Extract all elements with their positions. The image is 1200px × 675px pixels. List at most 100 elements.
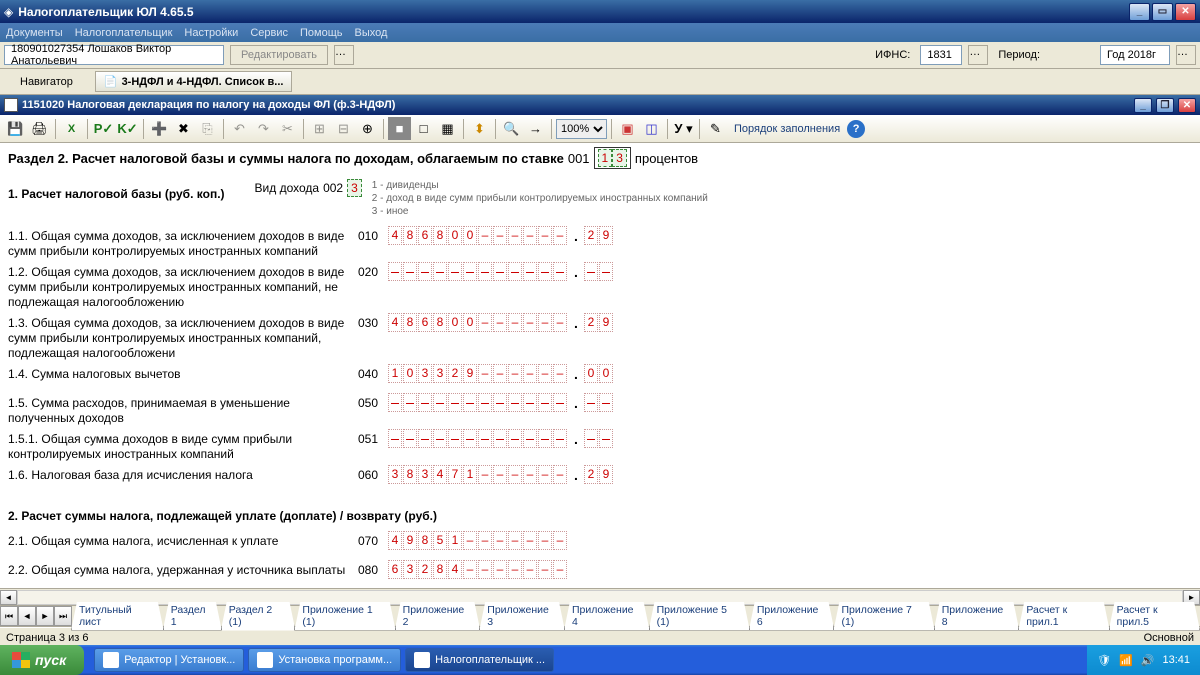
layout1-button[interactable]: ▣ [616,117,639,140]
row-value-cells[interactable]: . [388,429,614,448]
sort-button[interactable]: ⬍ [468,117,491,140]
tree-expand-button[interactable]: ⊞ [308,117,331,140]
ifns-picker-button[interactable]: … [968,45,988,65]
income-type-label: Вид дохода [255,181,320,195]
insert-button[interactable]: ⎘ [196,117,219,140]
tray-shield-icon[interactable]: 🛡 [1097,654,1111,667]
ellipsis-button[interactable]: … [334,45,354,65]
tab-document-icon: 📄 [104,75,118,88]
app-titlebar: ◈ Налогоплательщик ЮЛ 4.65.5 _ ▭ ✕ [0,0,1200,23]
app-title: Налогоплательщик ЮЛ 4.65.5 [18,5,1124,19]
grid-button[interactable]: ▦ [436,117,459,140]
scroll-left-button[interactable]: ◄ [0,590,17,605]
fill-order-link[interactable]: Порядок заполнения [728,123,846,135]
sheet-tab[interactable]: Приложение 1 (1) [294,602,395,631]
row-value-cells[interactable]: 103329––––––.00 [388,364,614,383]
zoom-select[interactable]: 100% [556,119,607,139]
row-value-cells[interactable]: . [388,393,614,412]
menu-item[interactable]: Документы [6,27,63,39]
document-icon [4,98,18,112]
sheet-tab[interactable]: Титульный лист [71,602,164,631]
row-value-cells[interactable]: 486800––––––.29 [388,313,614,332]
fill-button[interactable]: ■ [388,117,411,140]
sheet-tab[interactable]: Приложение 4 [564,602,650,631]
main-menu: Документы Налогоплательщик Настройки Сервис… [0,23,1200,42]
sheet-tab[interactable]: Приложение 7 (1) [833,602,934,631]
find-button[interactable]: 🔍 [500,117,523,140]
row-value-cells[interactable]: . [388,262,614,281]
minimize-button[interactable]: _ [1129,3,1150,21]
taskbar-item[interactable]: Редактор | Установк... [94,648,244,672]
row-value-cells[interactable]: 63284––––––– [388,560,568,579]
row-label: 1.2. Общая сумма доходов, за исключением… [8,262,358,310]
sheet-tab[interactable]: Раздел 2 (1) [221,602,296,631]
section-heading: Раздел 2. Расчет налоговой базы и суммы … [8,147,1192,169]
doc-restore-button[interactable]: ❐ [1156,98,1174,113]
redo-button[interactable]: ↷ [252,117,275,140]
menu-item[interactable]: Выход [355,27,388,39]
start-button[interactable]: пуск [0,645,84,675]
sheet-tab[interactable]: Расчет к прил.1 [1018,602,1109,631]
row-label: 1.5.1. Общая сумма доходов в виде сумм п… [8,429,358,462]
tab-first-button[interactable]: ⏮ [0,606,18,626]
row-value-cells[interactable]: 486800––––––.29 [388,226,614,245]
print-button[interactable]: 🖨 [28,117,51,140]
navigator-bar: Навигатор 📄 3-НДФЛ и 4-НДФЛ. Список в... [0,69,1200,95]
edit-button[interactable]: Редактировать [230,45,328,65]
tab-next-button[interactable]: ► [36,606,54,626]
row-value-cells[interactable]: 383471––––––.29 [388,465,614,484]
sheet-tab[interactable]: Приложение 2 [395,602,481,631]
wand-button[interactable]: ✎ [704,117,727,140]
excel-button[interactable]: X [60,117,83,140]
system-tray[interactable]: 🛡 📶 🔊 13:41 [1087,645,1200,675]
sheet-tab[interactable]: Приложение 3 [479,602,565,631]
doc-close-button[interactable]: ✕ [1178,98,1196,113]
delete-row-button[interactable]: ✖ [172,117,195,140]
u-button[interactable]: У ▾ [672,117,695,140]
taxpayer-field[interactable]: 180901027354 Лошаков Виктор Анатольевич [4,45,224,65]
goto-button[interactable]: → [524,117,547,140]
undo-button[interactable]: ↶ [228,117,251,140]
cut-button[interactable]: ✂ [276,117,299,140]
row-value-cells[interactable]: 49851––––––– [388,531,568,550]
income-type-value[interactable]: 3 [347,179,362,197]
sheet-tab[interactable]: Приложение 5 (1) [649,602,750,631]
row-code: 010 [358,226,388,243]
tree-add-button[interactable]: ⊕ [356,117,379,140]
sheet-tab[interactable]: Расчет к прил.5 [1109,602,1200,631]
taskbar-item[interactable]: Налогоплательщик ... [405,648,554,672]
navigator-tab[interactable]: 📄 3-НДФЛ и 4-НДФЛ. Список в... [95,71,293,92]
taskbar-item[interactable]: Установка программ... [248,648,401,672]
layout2-button[interactable]: ◫ [640,117,663,140]
clock[interactable]: 13:41 [1162,654,1190,666]
tray-volume-icon[interactable]: 🔊 [1141,654,1155,667]
sheet-tab-strip: ⏮ ◄ ► ⏭ Титульный листРаздел 1Раздел 2 (… [0,605,1200,627]
tray-network-icon[interactable]: 📶 [1119,654,1133,667]
tab-prev-button[interactable]: ◄ [18,606,36,626]
sheet-tab[interactable]: Приложение 6 [749,602,835,631]
period-value[interactable]: Год 2018г [1100,45,1170,65]
menu-item[interactable]: Налогоплательщик [75,27,173,39]
help-button[interactable]: ? [847,120,865,138]
sheet-tab[interactable]: Раздел 1 [163,602,222,631]
row-code: 020 [358,262,388,279]
menu-item[interactable]: Сервис [250,27,288,39]
info-bar: 180901027354 Лошаков Виктор Анатольевич … [0,42,1200,69]
tab-last-button[interactable]: ⏭ [54,606,72,626]
menu-item[interactable]: Помощь [300,27,343,39]
add-row-button[interactable]: ➕ [148,117,171,140]
ifns-value[interactable]: 1831 [920,45,962,65]
maximize-button[interactable]: ▭ [1152,3,1173,21]
menu-item[interactable]: Настройки [184,27,238,39]
clear-button[interactable]: □ [412,117,435,140]
sheet-tab[interactable]: Приложение 8 [934,602,1020,631]
tree-collapse-button[interactable]: ⊟ [332,117,355,140]
doc-minimize-button[interactable]: _ [1134,98,1152,113]
row-code: 070 [358,531,388,548]
check-k-button[interactable]: K✓ [116,117,139,140]
form-row: 2.2. Общая сумма налога, удержанная у ис… [8,560,1192,586]
save-button[interactable]: 💾 [4,117,27,140]
check-p-button[interactable]: P✓ [92,117,115,140]
period-picker-button[interactable]: … [1176,45,1196,65]
close-button[interactable]: ✕ [1175,3,1196,21]
